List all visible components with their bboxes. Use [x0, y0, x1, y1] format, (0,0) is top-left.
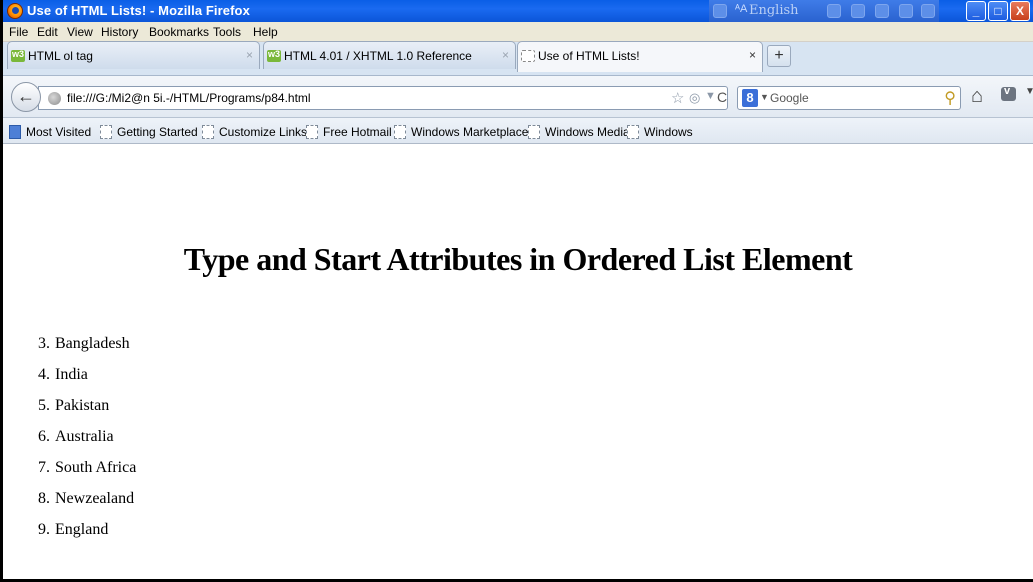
tab-use-of-html-lists[interactable]: Use of HTML Lists! × — [517, 41, 763, 72]
list-item: 3. Bangladesh — [35, 328, 136, 359]
w3schools-favicon-icon — [267, 49, 281, 62]
window-title: Use of HTML Lists! - Mozilla Firefox — [27, 3, 250, 18]
search-magnifier-icon[interactable]: ⚲ — [944, 88, 956, 108]
tab-label: Use of HTML Lists! — [538, 49, 640, 63]
menu-bookmarks[interactable]: Bookmarks — [149, 25, 209, 39]
tab-close-icon[interactable]: × — [749, 48, 756, 62]
bookmark-page-icon — [100, 124, 112, 139]
bookmark-most-visited[interactable]: Most Visited — [9, 124, 91, 140]
search-input[interactable]: Google — [770, 91, 809, 105]
list-item: 9. England — [35, 514, 136, 545]
language-indicator[interactable]: English — [749, 3, 799, 18]
list-item-number: 3. — [38, 335, 50, 352]
w3schools-favicon-icon — [11, 49, 25, 62]
options-icon[interactable] — [921, 4, 935, 18]
close-button[interactable]: X — [1010, 1, 1030, 21]
bookmark-page-icon — [528, 124, 540, 139]
list-item-text: Bangladesh — [55, 335, 130, 352]
url-history-dropdown-icon[interactable]: ▼ — [705, 90, 716, 102]
navigation-toolbar: file:///G:/Mi2@n 5i.-/HTML/Programs/p84.… — [3, 76, 1033, 118]
list-item-text: Australia — [55, 428, 114, 445]
taskbar-tray-icon[interactable] — [851, 4, 865, 18]
pocket-icon[interactable]: ◎ — [689, 90, 700, 106]
toolbar-overflow-icon[interactable]: ▼ — [1025, 86, 1033, 97]
search-engine-dropdown-icon[interactable]: ▼ — [760, 92, 769, 102]
reload-icon[interactable]: C — [717, 89, 727, 105]
list-item-number: 7. — [38, 459, 50, 476]
google-search-engine-icon[interactable]: 8 — [742, 89, 758, 107]
language-bar[interactable]: ᴬA English — [709, 0, 939, 22]
pocket-toolbar-icon[interactable] — [1001, 85, 1016, 101]
list-item-text: South Africa — [55, 459, 137, 476]
bookmark-free-hotmail[interactable]: Free Hotmail — [306, 124, 392, 140]
tab-html-reference[interactable]: HTML 4.01 / XHTML 1.0 Reference × — [263, 41, 516, 69]
menu-tools[interactable]: Tools — [213, 25, 241, 39]
list-item-number: 4. — [38, 366, 50, 383]
language-dropdown-icon[interactable] — [827, 4, 841, 18]
list-item-number: 9. — [38, 521, 50, 538]
list-item-number: 5. — [38, 397, 50, 414]
list-item: 8. Newzealand — [35, 483, 136, 514]
language-glyph-icon: ᴬA — [735, 3, 748, 15]
tab-close-icon[interactable]: × — [246, 48, 253, 62]
bookmark-windows[interactable]: Windows — [627, 124, 693, 140]
tab-html-ol-tag[interactable]: HTML ol tag × — [7, 41, 260, 69]
bookmark-star-icon[interactable]: ☆ — [671, 89, 684, 107]
list-item: 6. Australia — [35, 421, 136, 452]
new-tab-button[interactable]: + — [767, 45, 791, 67]
menu-history[interactable]: History — [101, 25, 138, 39]
list-item: 7. South Africa — [35, 452, 136, 483]
bookmark-page-icon — [202, 124, 214, 139]
bookmark-windows-media[interactable]: Windows Media — [528, 124, 630, 140]
bookmark-customize-links[interactable]: Customize Links — [202, 124, 307, 140]
bookmark-page-icon — [394, 124, 406, 139]
bookmark-getting-started[interactable]: Getting Started — [100, 124, 198, 140]
url-text[interactable]: file:///G:/Mi2@n 5i.-/HTML/Programs/p84.… — [67, 91, 311, 105]
most-visited-icon — [9, 124, 21, 139]
menu-view[interactable]: View — [67, 25, 93, 39]
menu-help[interactable]: Help — [253, 25, 278, 39]
list-item-text: Pakistan — [55, 397, 110, 414]
bookmark-windows-marketplace[interactable]: Windows Marketplace — [394, 124, 528, 140]
page-content: Type and Start Attributes in Ordered Lis… — [3, 145, 1033, 579]
ordered-list: 3. Bangladesh 4. India 5. Pakistan 6. Austra… — [35, 328, 136, 545]
mouse-icon[interactable] — [875, 4, 889, 18]
back-button[interactable]: ← — [11, 82, 41, 112]
menu-bar: File Edit View History Bookmarks Tools H… — [3, 22, 1033, 42]
firefox-logo-icon — [7, 3, 23, 19]
bookmark-page-icon — [627, 124, 639, 139]
list-item-text: India — [55, 366, 88, 383]
browser-window: Use of HTML Lists! - Mozilla Firefox ᴬA … — [0, 0, 1033, 582]
page-heading: Type and Start Attributes in Ordered Lis… — [183, 241, 853, 277]
list-item-number: 6. — [38, 428, 50, 445]
title-bar: Use of HTML Lists! - Mozilla Firefox ᴬA … — [3, 0, 1033, 22]
tab-label: HTML ol tag — [28, 49, 93, 63]
menu-file[interactable]: File — [9, 25, 28, 39]
home-icon[interactable]: ⌂ — [971, 85, 983, 108]
list-item: 5. Pakistan — [35, 390, 136, 421]
blank-page-favicon-icon — [521, 50, 535, 62]
minimize-button[interactable]: _ — [966, 1, 986, 21]
list-item: 4. India — [35, 359, 136, 390]
search-box[interactable]: 8 ▼ Google ⚲ — [737, 86, 961, 110]
tab-close-icon[interactable]: × — [502, 48, 509, 62]
url-bar[interactable]: file:///G:/Mi2@n 5i.-/HTML/Programs/p84.… — [38, 86, 728, 110]
bookmarks-toolbar: Most Visited Getting Started Customize L… — [3, 118, 1033, 144]
maximize-button[interactable]: □ — [988, 1, 1008, 21]
list-item-text: Newzealand — [55, 490, 135, 507]
language-bar-icon — [713, 4, 727, 18]
list-item-text: England — [55, 521, 109, 538]
tab-label: HTML 4.01 / XHTML 1.0 Reference — [284, 49, 472, 63]
bookmark-page-icon — [306, 124, 318, 139]
help-icon[interactable] — [899, 4, 913, 18]
globe-icon — [48, 92, 61, 105]
list-item-number: 8. — [38, 490, 50, 507]
menu-edit[interactable]: Edit — [37, 25, 58, 39]
